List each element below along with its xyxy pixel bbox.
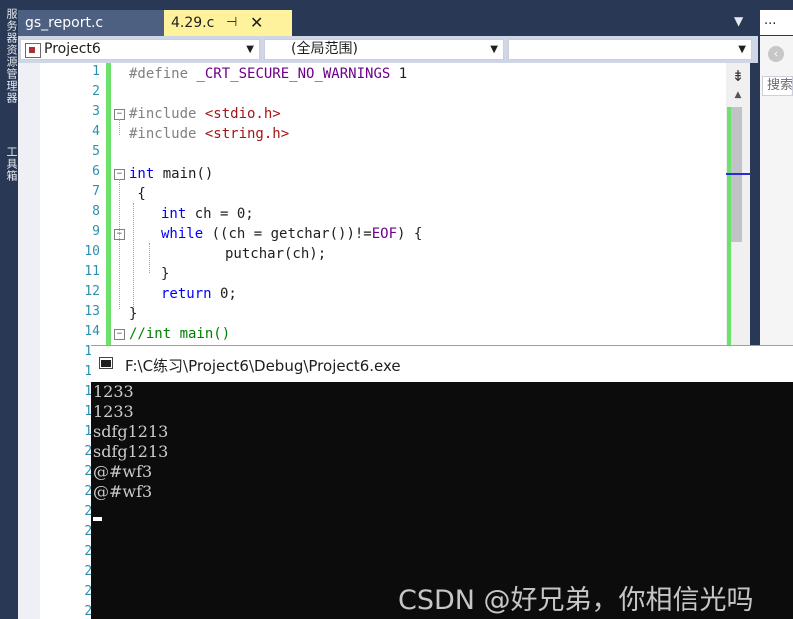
tab-gs-report[interactable]: gs_report.c	[18, 10, 164, 36]
code-line-4: #include <string.h>	[129, 126, 290, 142]
fold-guide	[119, 179, 120, 309]
console-title: F:\C练习\Project6\Debug\Project6.exe	[125, 357, 401, 375]
line-number: 10	[84, 244, 100, 259]
console-line: 1233	[93, 382, 134, 401]
document-tab-bar: gs_report.c 4.29.c ⊣ ✕ ▼	[18, 6, 758, 36]
code-line-1: #define _CRT_SECURE_NO_WARNINGS 1	[129, 66, 408, 82]
close-icon[interactable]: ✕	[250, 10, 263, 36]
code-line-9: while ((ch = getchar())!=EOF) {	[161, 226, 423, 242]
line-number: 5	[92, 144, 100, 159]
line-number: 3	[92, 104, 100, 119]
code-line-13: }	[129, 306, 138, 322]
project-label: Project6	[44, 41, 101, 57]
line-number: 6	[92, 164, 100, 179]
code-line-11: }	[161, 266, 170, 282]
search-input[interactable]: 搜索	[762, 76, 793, 96]
line-number: 13	[84, 304, 100, 319]
navigation-bar: Project6 ▼ (全局范围) ▼ ▼	[18, 36, 758, 63]
code-line-6: int main()	[129, 166, 214, 182]
line-number: 11	[84, 264, 100, 279]
line-number: 12	[84, 284, 100, 299]
code-line-7: {	[129, 186, 146, 202]
project-icon	[25, 43, 41, 58]
collapse-icon[interactable]: −	[114, 329, 125, 340]
line-number: 14	[84, 324, 100, 339]
code-line-10: putchar(ch);	[225, 246, 327, 262]
scope-dropdown[interactable]: (全局范围) ▼	[264, 39, 504, 60]
indent-guide	[149, 243, 150, 273]
pin-icon[interactable]: ⊣	[226, 10, 237, 36]
console-line: sdfg1213	[93, 442, 169, 461]
console-line: 1233	[93, 402, 134, 421]
indent-guide	[133, 203, 134, 315]
tab-label: gs_report.c	[25, 15, 104, 31]
watermark: CSDN @好兄弟，你相信光吗	[398, 585, 754, 616]
chevron-down-icon[interactable]: ▼	[734, 14, 743, 28]
scope-label: (全局范围)	[291, 41, 358, 57]
member-dropdown[interactable]: ▼	[508, 39, 752, 60]
line-number: 7	[92, 184, 100, 199]
indicator-margin	[18, 63, 40, 619]
left-tool-strip: 服务器资源管理器 工具箱	[0, 0, 18, 619]
tab-4-29[interactable]: 4.29.c ⊣ ✕	[164, 10, 292, 36]
code-line-12: return 0;	[161, 286, 237, 302]
line-number: 4	[92, 124, 100, 139]
chevron-down-icon: ▼	[738, 44, 746, 55]
console-line: @#wf3	[93, 482, 153, 501]
split-window-icon[interactable]: ⇟	[728, 67, 748, 85]
code-line-14: //int main()	[129, 326, 231, 342]
console-app-icon	[99, 357, 113, 369]
console-line: sdfg1213	[93, 422, 169, 441]
server-explorer-tab[interactable]: 服务器资源管理器	[1, 8, 18, 104]
console-line: @#wf3	[93, 462, 153, 481]
chevron-down-icon: ▼	[246, 44, 254, 55]
toolbox-tab[interactable]: 工具箱	[1, 146, 18, 182]
console-cursor	[93, 517, 102, 521]
line-number: 8	[92, 204, 100, 219]
back-icon[interactable]: ‹	[768, 46, 784, 62]
tab-label: 4.29.c	[171, 15, 215, 31]
caret-position-marker	[726, 173, 750, 175]
code-line-8: int ch = 0;	[161, 206, 254, 222]
project-dropdown[interactable]: Project6 ▼	[20, 39, 260, 60]
scroll-up-icon[interactable]: ▲	[728, 87, 748, 103]
fold-guide	[119, 119, 120, 135]
code-line-3: #include <stdio.h>	[129, 106, 281, 122]
panel-title[interactable]: ...	[760, 10, 793, 35]
line-number: 9	[92, 224, 100, 239]
line-number: 2	[92, 84, 100, 99]
line-number: 1	[92, 64, 100, 79]
console-title-bar[interactable]: F:\C练习\Project6\Debug\Project6.exe	[91, 345, 793, 382]
chevron-down-icon: ▼	[490, 44, 498, 55]
